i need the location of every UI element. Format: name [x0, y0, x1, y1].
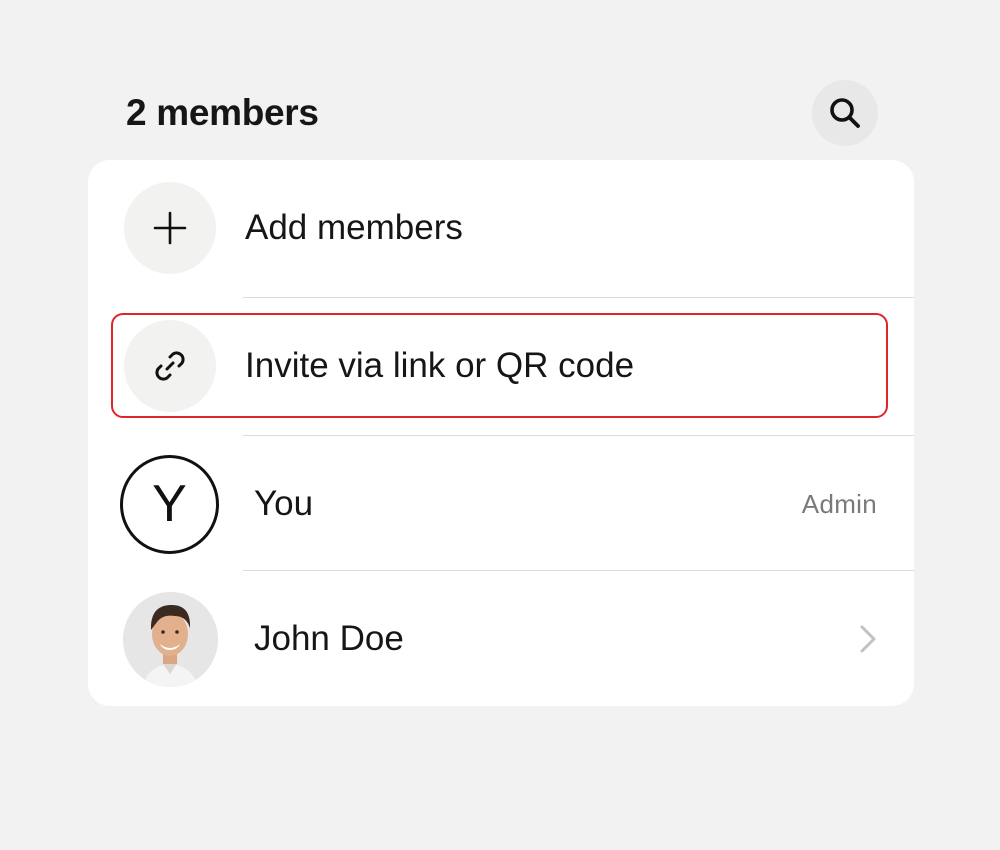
invite-link-label: Invite via link or QR code	[245, 346, 635, 385]
members-count-title: 2 members	[126, 92, 319, 133]
divider	[243, 570, 914, 571]
add-members-row[interactable]: Add members	[88, 182, 914, 274]
members-card: Add members Invite via link or QR code Y…	[88, 160, 914, 706]
link-icon	[155, 351, 185, 381]
divider	[243, 435, 914, 436]
member-name: John Doe	[254, 619, 404, 658]
invite-icon-circle	[124, 320, 216, 412]
search-button[interactable]	[812, 80, 878, 146]
members-screen: 2 members Add members Invite via link or…	[0, 0, 1000, 850]
search-icon	[830, 98, 860, 128]
invite-link-row[interactable]: Invite via link or QR code	[88, 320, 914, 412]
role-badge: Admin	[801, 488, 877, 519]
chevron-right-icon	[860, 625, 876, 653]
member-row-john-doe[interactable]: John Doe	[88, 590, 914, 688]
add-members-icon-circle	[124, 182, 216, 274]
add-members-label: Add members	[245, 208, 463, 247]
member-row-you[interactable]: Y You Admin	[88, 454, 914, 554]
profile-photo	[123, 591, 218, 687]
divider	[243, 297, 914, 298]
plus-icon	[153, 211, 187, 245]
avatar	[123, 591, 218, 687]
member-name: You	[254, 484, 314, 523]
members-header: 2 members	[126, 80, 878, 146]
avatar: Y	[120, 454, 219, 554]
